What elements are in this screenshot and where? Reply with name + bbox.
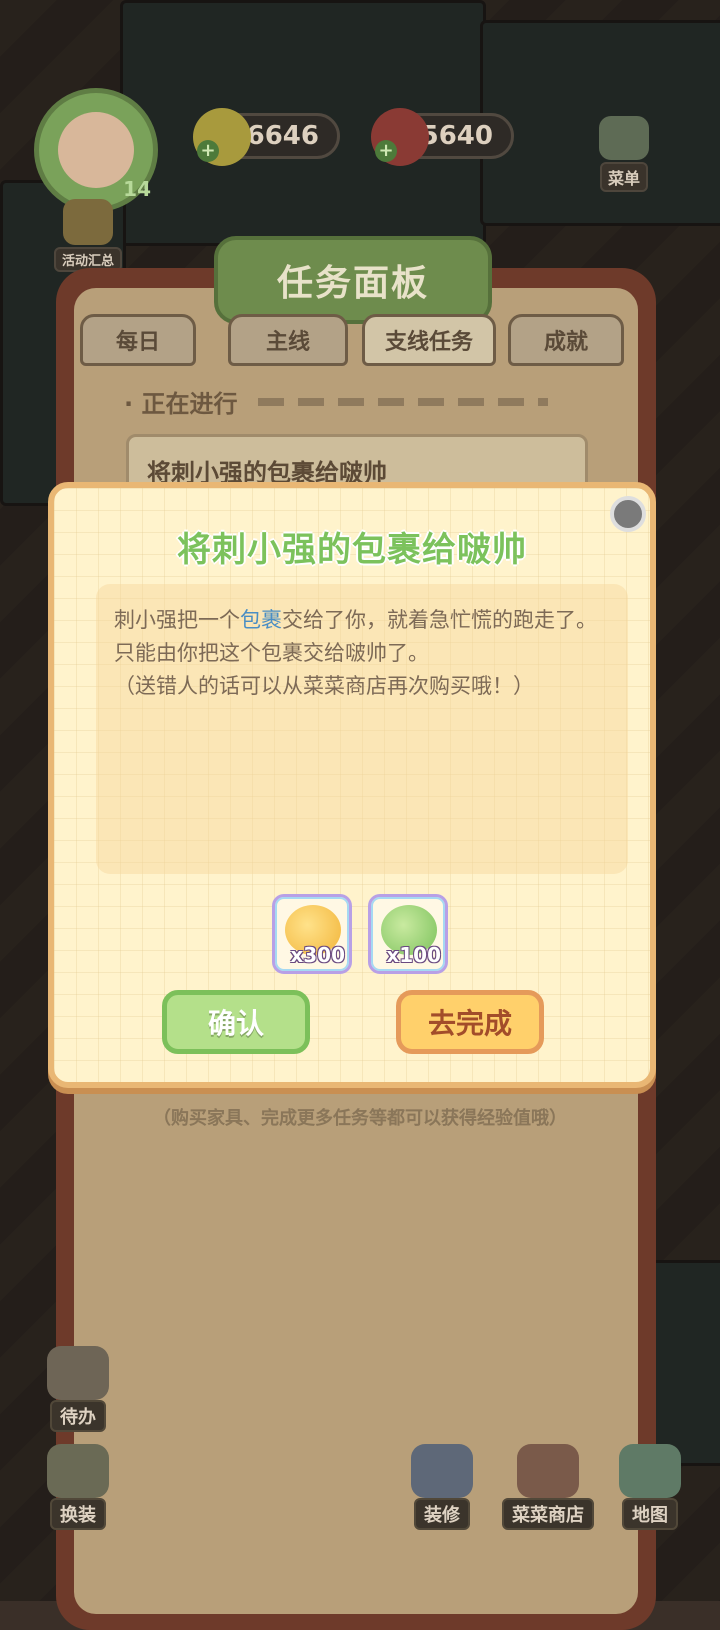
- map-button[interactable]: 地图: [606, 1444, 694, 1530]
- events-button[interactable]: 活动汇总: [50, 196, 126, 272]
- menu-label: 菜单: [599, 162, 648, 192]
- todo-button[interactable]: 待办: [34, 1346, 122, 1432]
- gem-counter[interactable]: + 5640: [371, 108, 514, 166]
- reward-coins[interactable]: x300: [272, 894, 352, 974]
- in-progress-label: · 正在进行: [124, 390, 238, 418]
- coin-counter[interactable]: + 36646: [193, 108, 340, 166]
- todo-label: 待办: [50, 1400, 106, 1432]
- events-icon: [63, 199, 113, 245]
- desc-text-1: 刺小强把一个: [114, 608, 240, 632]
- task-panel-title: 任务面板: [214, 236, 492, 324]
- desc-keyword: 包裹: [240, 608, 282, 632]
- quest-description: 刺小强把一个包裹交给了你，就着急忙慌的跑走了。只能由你把这个包裹交给啵帅了。 （…: [96, 584, 628, 874]
- clipboard-icon: [47, 1346, 109, 1400]
- dress-button[interactable]: 换装: [34, 1444, 122, 1530]
- add-gem-icon[interactable]: +: [375, 140, 397, 162]
- menu-button[interactable]: 菜单: [586, 116, 662, 192]
- shop-button[interactable]: 菜菜商店: [498, 1444, 598, 1530]
- outfit-icon: [47, 1444, 109, 1498]
- go-complete-button[interactable]: 去完成: [396, 990, 544, 1054]
- tab-main[interactable]: 主线: [228, 314, 348, 366]
- reward-exp-qty: x100: [386, 943, 441, 967]
- gem-value: 5640: [420, 121, 493, 151]
- confirm-button[interactable]: 确认: [162, 990, 310, 1054]
- reward-exp[interactable]: x100: [368, 894, 448, 974]
- tab-achievements[interactable]: 成就: [508, 314, 624, 366]
- player-level: 14: [123, 177, 151, 201]
- add-coin-icon[interactable]: +: [197, 140, 219, 162]
- map-label: 地图: [622, 1498, 678, 1530]
- quest-dialog: 将刺小强的包裹给啵帅 刺小强把一个包裹交给了你，就着急忙慌的跑走了。只能由你把这…: [48, 482, 656, 1088]
- decorate-icon: [411, 1444, 473, 1498]
- decorate-label: 装修: [414, 1498, 470, 1530]
- menu-icon: [599, 116, 649, 160]
- exp-hint: （购买家具、完成更多任务等都可以获得经验值哦）: [153, 1108, 567, 1129]
- player-avatar[interactable]: 14: [34, 88, 158, 212]
- shop-bag-icon: [517, 1444, 579, 1498]
- shop-label: 菜菜商店: [502, 1498, 594, 1530]
- tab-side-quests[interactable]: 支线任务: [362, 314, 496, 366]
- decorate-button[interactable]: 装修: [398, 1444, 486, 1530]
- section-divider: [258, 398, 548, 406]
- dialog-title: 将刺小强的包裹给啵帅: [177, 530, 527, 570]
- tab-daily[interactable]: 每日: [80, 314, 196, 366]
- map-icon: [619, 1444, 681, 1498]
- reward-coins-qty: x300: [290, 943, 345, 967]
- dress-label: 换装: [50, 1498, 106, 1530]
- desc-note: （送错人的话可以从菜菜商店再次购买哦！）: [114, 674, 534, 698]
